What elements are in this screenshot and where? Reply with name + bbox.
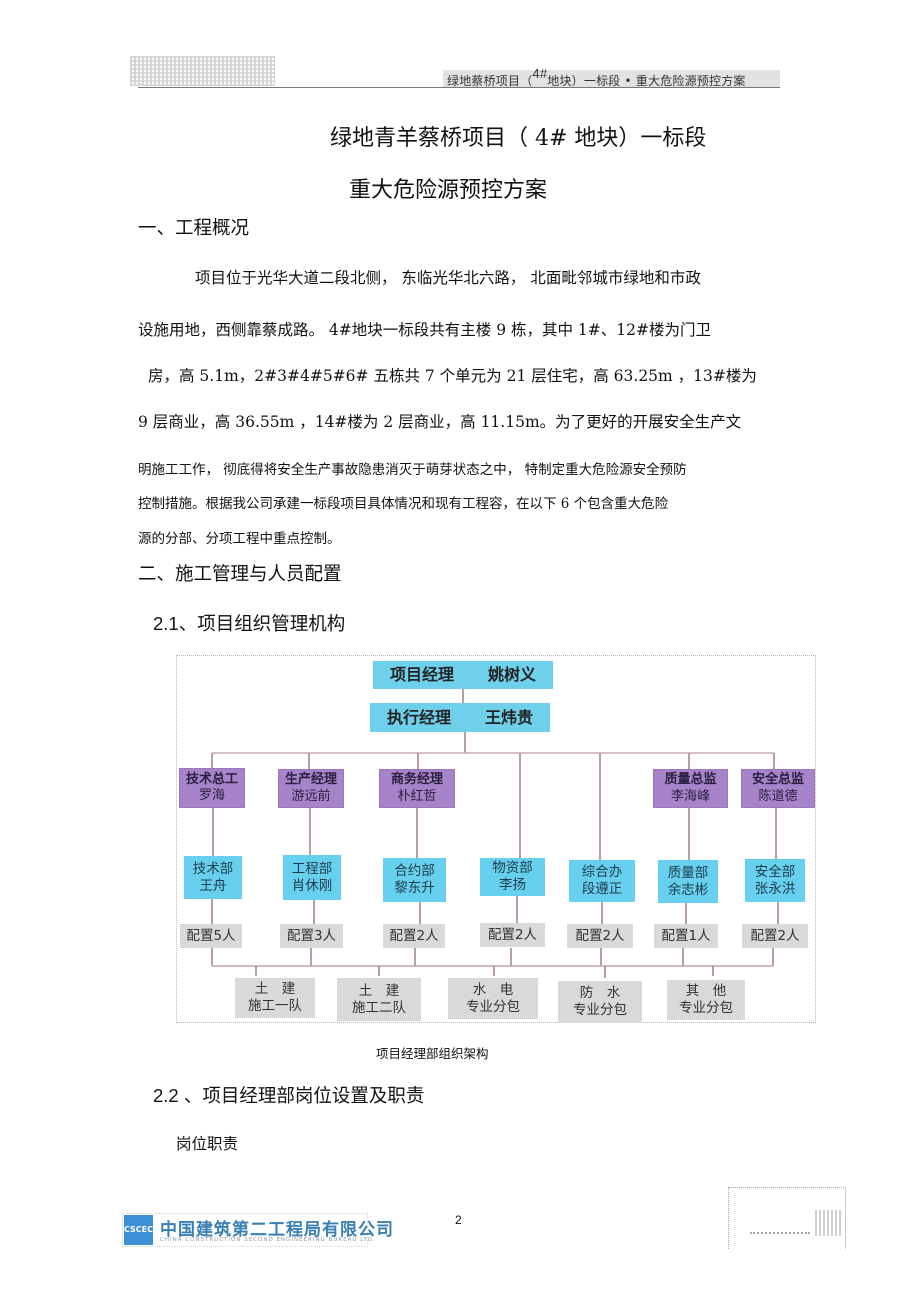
org-node-staffing: 配置2人 — [480, 923, 545, 947]
page-number: 2 — [455, 1213, 462, 1227]
org-node-director: 安全总监 陈道德 — [741, 769, 815, 808]
org-node-team-type: 土 建 — [358, 982, 400, 999]
paragraph-line: 源的分部、分项工程中重点控制。 — [138, 531, 341, 547]
org-node-name: 李海峰 — [670, 788, 710, 804]
org-node-role: 技术总工 — [185, 771, 238, 787]
org-node-team-name: 专业分包 — [466, 998, 520, 1015]
org-node-team: 土 建 施工一队 — [235, 978, 315, 1018]
org-node-project-manager: 项目经理 姚树义 — [373, 661, 553, 689]
running-header-part: 地块）一标段 • 重大危险源预控方案 — [547, 74, 746, 88]
org-node-name: 王炜贵 — [484, 707, 533, 727]
subsection-heading-2-1: 2.1、项目组织管理机构 — [153, 613, 346, 634]
subsection-heading-2-2: 2.2 、项目经理部岗位设置及职责 — [153, 1085, 425, 1106]
org-node-department: 工程部 肖休刚 — [283, 855, 341, 900]
org-node-name: 黎东升 — [394, 880, 435, 896]
paragraph-line: 9 层商业，高 36.55m ，14#楼为 2 层商业，高 11.15m。为了更… — [138, 413, 742, 431]
org-node-name: 陈道德 — [758, 788, 798, 804]
subsection-text: 岗位职责 — [176, 1135, 239, 1153]
org-node-dept: 综合办 — [581, 864, 623, 881]
org-node-team-name: 施工一队 — [248, 998, 302, 1014]
org-node-name: 张永洪 — [754, 880, 796, 897]
org-node-role: 项目经理 — [389, 665, 454, 684]
org-node-department: 质量部 余志彬 — [658, 860, 718, 903]
org-node-name: 罗海 — [198, 788, 225, 803]
org-chart-caption: 项目经理部组织架构 — [376, 1046, 489, 1061]
paragraph-line: 控制措施。根据我公司承建一标段项目具体情况和现有工程容，在以下 6 个包含重大危… — [138, 496, 669, 512]
org-node-role: 质量总监 — [664, 772, 717, 788]
section-heading-2: 二、施工管理与人员配置 — [138, 564, 342, 585]
org-node-role: 执行经理 — [386, 707, 451, 727]
org-node-staffing: 配置2人 — [383, 924, 445, 948]
org-node-department: 安全部 张永洪 — [745, 859, 805, 902]
org-node-team: 水 电 专业分包 — [448, 978, 538, 1019]
org-node-role: 生产经理 — [284, 772, 337, 788]
paragraph-line: 明施工工作， 彻底得将安全生产事故隐患消灭于萌芽状态之中， 特制定重大危险源安全… — [138, 462, 687, 478]
org-node-dept: 工程部 — [291, 860, 333, 877]
org-node-team: 防 水 专业分包 — [558, 981, 642, 1023]
org-node-name: 肖休刚 — [291, 877, 333, 894]
org-node-director: 质量总监 李海峰 — [653, 769, 728, 808]
cscec-logo-icon: CSCEC — [124, 1215, 153, 1245]
paragraph-line: 设施用地，西侧靠蔡成路。 4#地块一标段共有主楼 9 栋，其中 1#、12#楼为… — [138, 321, 711, 339]
org-node-dept: 质量部 — [667, 864, 709, 881]
org-node-director: 生产经理 游远前 — [278, 769, 344, 808]
footer-company-name-en: CHINA CONSTRUCTION SECOND ENGINEERING BU… — [160, 1237, 376, 1243]
org-node-role: 安全总监 — [751, 772, 804, 788]
org-node-name: 朴红哲 — [397, 788, 437, 804]
org-node-team-type: 水 电 — [472, 981, 514, 998]
running-header-sup: 4# — [532, 66, 548, 81]
org-node-staffing: 配置2人 — [742, 924, 808, 948]
footer-decoration-line — [750, 1232, 810, 1235]
document-title-line2: 重大危险源预控方案 — [349, 178, 548, 203]
org-node-staffing: 配置2人 — [567, 924, 633, 948]
org-chart: 项目经理 姚树义 执行经理 王炜贵 技术总工 罗海 生产经理 游远前 商务经理 … — [176, 655, 816, 1023]
org-node-team-name: 专业分包 — [679, 1000, 733, 1016]
footer-decoration-pattern — [815, 1210, 843, 1236]
org-node-team-name: 专业分包 — [573, 1002, 627, 1018]
org-node-staffing: 配置1人 — [654, 924, 718, 948]
org-node-team-type: 防 水 — [579, 985, 621, 1002]
org-node-name: 游远前 — [291, 788, 331, 804]
org-node-director: 商务经理 朴红哲 — [379, 769, 455, 808]
org-node-dept: 安全部 — [754, 863, 796, 880]
running-header-part: 绿地蔡桥项目（ — [447, 74, 533, 88]
org-node-name: 王舟 — [199, 877, 227, 894]
org-node-team-name: 施工二队 — [352, 999, 406, 1016]
org-node-dept: 技术部 — [192, 860, 234, 877]
org-node-role: 商务经理 — [390, 772, 443, 788]
org-node-dept: 合约部 — [394, 863, 435, 880]
document-title-line1: 绿地青羊蔡桥项目（ 4# 地块）一标段 — [330, 126, 707, 151]
org-node-department: 综合办 段遵正 — [569, 860, 635, 902]
org-node-director: 技术总工 罗海 — [179, 768, 245, 808]
header-rule — [138, 87, 780, 88]
org-node-name: 余志彬 — [667, 881, 709, 898]
org-node-team-type: 土 建 — [254, 981, 296, 998]
org-node-department: 物资部 李扬 — [480, 858, 545, 896]
section-heading-1: 一、工程概况 — [138, 218, 250, 239]
org-node-executive-manager: 执行经理 王炜贵 — [370, 703, 550, 732]
org-node-department: 合约部 黎东升 — [383, 858, 446, 902]
org-node-name: 姚树义 — [487, 665, 536, 684]
paragraph-line: 房，高 5.1m，2#3#4#5#6# 五栋共 7 个单元为 21 层住宅，高 … — [148, 367, 757, 385]
org-node-staffing: 配置5人 — [180, 924, 242, 948]
org-node-team: 土 建 施工二队 — [337, 978, 421, 1021]
paragraph-line: 项目位于光华大道二段北侧， 东临光华北六路， 北面毗邻城市绿地和市政 — [195, 269, 701, 287]
org-node-dept: 物资部 — [492, 860, 533, 877]
org-node-name: 李扬 — [499, 877, 526, 893]
org-node-team-type: 其 他 — [685, 983, 727, 1000]
org-node-department: 技术部 王舟 — [184, 856, 242, 899]
org-node-team: 其 他 专业分包 — [667, 980, 745, 1020]
org-node-staffing: 配置3人 — [280, 924, 343, 948]
header-logo-pattern — [130, 56, 275, 86]
org-node-name: 段遵正 — [581, 881, 623, 897]
